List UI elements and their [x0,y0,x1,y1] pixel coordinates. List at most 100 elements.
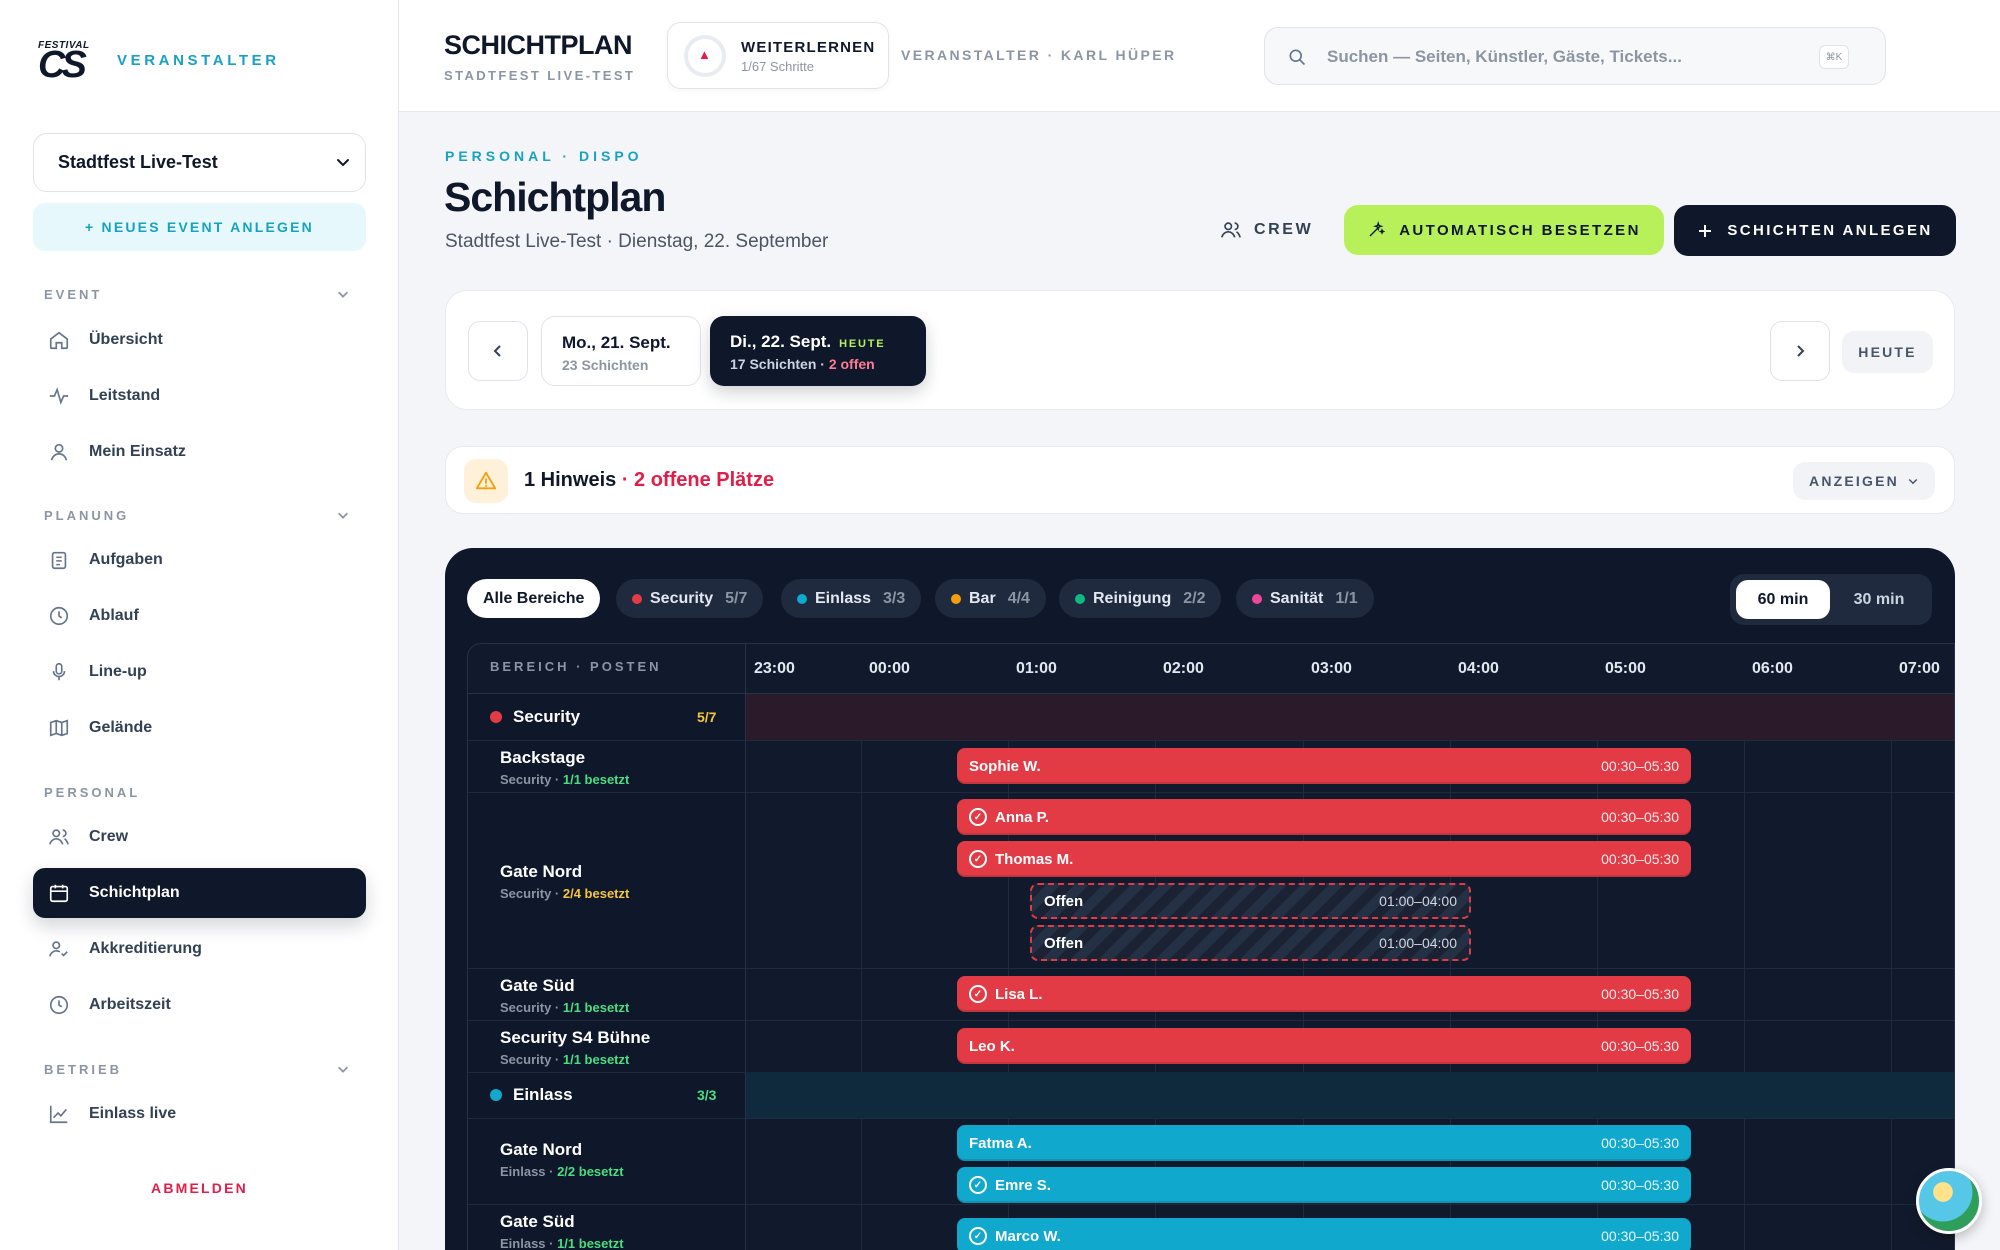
nav-item-leitstand[interactable]: Leitstand [33,371,366,421]
filter-count: 2/2 [1183,589,1206,607]
zoom-30-button[interactable]: 30 min [1832,580,1926,619]
chevron-down-icon[interactable] [336,508,350,522]
nav-item-crew[interactable]: Crew [33,812,366,862]
today-badge: HEUTE [839,338,886,350]
filter-security[interactable]: Security 5/7 [616,579,764,618]
day-tab-current[interactable]: Di., 22. Sept. HEUTE 17 Schichten · 2 off… [710,316,926,386]
filter-all-areas[interactable]: Alle Bereiche [467,579,601,618]
filter-label: Security [650,589,714,607]
next-day-button[interactable] [1770,321,1830,381]
row-divider [468,1020,1954,1021]
nav-item-uebersicht[interactable]: Übersicht [33,315,366,365]
shift-bar[interactable]: ✓ Marco W. 00:30–05:30 [957,1218,1691,1250]
brand-logo[interactable]: FESTIVAL CS [38,40,96,86]
grid-line [1891,694,1892,1250]
shift-bar[interactable]: Fatma A. 00:30–05:30 [957,1125,1691,1161]
chevron-right-icon [1797,345,1805,357]
row-divider [468,792,1954,793]
hint-bar: 1 Hinweis · 2 offene Plätze ANZEIGEN [445,446,1955,514]
shift-bar[interactable]: ✓ Lisa L. 00:30–05:30 [957,976,1691,1012]
timeline-grid: BEREICH · POSTEN 23:00 00:00 01:00 02:00… [467,643,1955,1250]
nav-item-arbeitszeit[interactable]: Arbeitszeit [33,980,366,1030]
create-shifts-button[interactable]: SCHICHTEN ANLEGEN [1674,205,1956,256]
day-info: 23 Schichten [562,357,649,373]
event-select[interactable]: Stadtfest Live-Test [33,133,366,192]
activity-icon [49,387,69,405]
post-gate-sued-einlass[interactable]: Gate Süd Einlass · 1/1 besetzt [500,1212,624,1250]
post-security-s4-buehne[interactable]: Security S4 Bühne Security · 1/1 besetzt [500,1028,650,1067]
shift-time: 00:30–05:30 [1601,809,1679,825]
nav-section-event: EVENT [44,287,103,302]
area-band [746,1072,1954,1118]
chevron-down-icon [337,159,349,167]
filter-count: 1/1 [1335,589,1358,607]
grid-line [1744,694,1745,1250]
day-tab-prev[interactable]: Mo., 21. Sept. 23 Schichten [541,316,701,386]
show-hints-label: ANZEIGEN [1809,473,1899,489]
post-area: Security · [500,886,563,901]
nav-item-gelaende[interactable]: Gelände [33,703,366,753]
search-icon [1289,49,1306,66]
logout-button[interactable]: ABMELDEN [0,1180,399,1196]
nav-item-einlass-live[interactable]: Einlass live [33,1089,366,1139]
search-input[interactable]: Suchen — Seiten, Künstler, Gäste, Ticket… [1264,27,1886,85]
post-name: Gate Nord [500,862,583,881]
crew-button[interactable]: CREW [1220,213,1313,247]
post-gate-nord-einlass[interactable]: Gate Nord Einlass · 2/2 besetzt [500,1140,624,1179]
post-name: Gate Nord [500,1140,583,1159]
post-gate-nord-security[interactable]: Gate Nord Security · 2/4 besetzt [500,862,629,901]
shortcut-hint: ⌘K [1819,45,1849,69]
filter-bar[interactable]: Bar 4/4 [935,579,1046,618]
nav-item-line-up[interactable]: Line-up [33,647,366,697]
shift-time: 00:30–05:30 [1601,851,1679,867]
prev-day-button[interactable] [468,321,528,381]
nav-item-akkreditierung[interactable]: Akkreditierung [33,924,366,974]
filter-einlass[interactable]: Einlass 3/3 [781,579,922,618]
shift-bar[interactable]: ✓ Emre S. 00:30–05:30 [957,1167,1691,1203]
shift-time: 00:30–05:30 [1601,1038,1679,1054]
post-backstage[interactable]: Backstage Security · 1/1 besetzt [500,748,629,787]
mic-icon [52,662,66,681]
chevron-down-icon[interactable] [336,1062,350,1076]
nav-item-ablauf[interactable]: Ablauf [33,591,366,641]
shift-bar[interactable]: Sophie W. 00:30–05:30 [957,748,1691,784]
zoom-60-button[interactable]: 60 min [1736,580,1830,619]
area-name: Security [513,707,581,726]
assistant-avatar[interactable] [1916,1168,1982,1234]
shift-bar[interactable]: Leo K. 00:30–05:30 [957,1028,1691,1064]
show-hints-button[interactable]: ANZEIGEN [1793,462,1935,500]
new-event-button[interactable]: + NEUES EVENT ANLEGEN [33,203,366,251]
row-divider [468,1204,1954,1205]
users-icon [1221,222,1241,238]
nav-item-label: Gelände [89,719,153,736]
nav-item-mein-einsatz[interactable]: Mein Einsatz [33,427,366,477]
auto-assign-button[interactable]: AUTOMATISCH BESETZEN [1344,205,1664,255]
open-shift-bar[interactable]: Offen 01:00–04:00 [1030,883,1471,919]
tent-icon: ▲ [698,47,711,62]
filter-reinigung[interactable]: Reinigung 2/2 [1059,579,1222,618]
chevron-left-icon [493,345,501,357]
chevron-down-icon [1908,478,1918,485]
continue-learning-button[interactable]: ▲ WEITERLERNEN 1/67 Schritte [667,22,889,89]
grid-line [861,694,862,1250]
sidebar: FESTIVAL CS VERANSTALTER Stadtfest Live-… [0,0,399,1250]
shift-bar[interactable]: ✓ Anna P. 00:30–05:30 [957,799,1691,835]
filter-sanitaet[interactable]: Sanität 1/1 [1236,579,1374,618]
page-title: Schichtplan [444,174,666,220]
area-count: 3/3 [697,1087,717,1103]
shift-bar[interactable]: ✓ Thomas M. 00:30–05:30 [957,841,1691,877]
time-tick: 07:00 [1899,660,1940,677]
sparkle-icon [1369,221,1386,237]
time-tick: 02:00 [1163,660,1204,677]
area-color-dot [632,593,642,604]
header-title: SCHICHTPLAN [444,30,633,60]
today-button[interactable]: HEUTE [1842,331,1933,373]
post-gate-sued-security[interactable]: Gate Süd Security · 1/1 besetzt [500,976,629,1015]
nav-item-schichtplan[interactable]: Schichtplan [33,868,366,918]
post-area: Einlass · [500,1164,558,1179]
search-placeholder: Suchen — Seiten, Künstler, Gäste, Ticket… [1327,47,1682,66]
post-area: Einlass · [500,1236,558,1250]
open-shift-bar[interactable]: Offen 01:00–04:00 [1030,925,1471,961]
nav-item-aufgaben[interactable]: Aufgaben [33,535,366,585]
chevron-down-icon[interactable] [336,287,350,301]
